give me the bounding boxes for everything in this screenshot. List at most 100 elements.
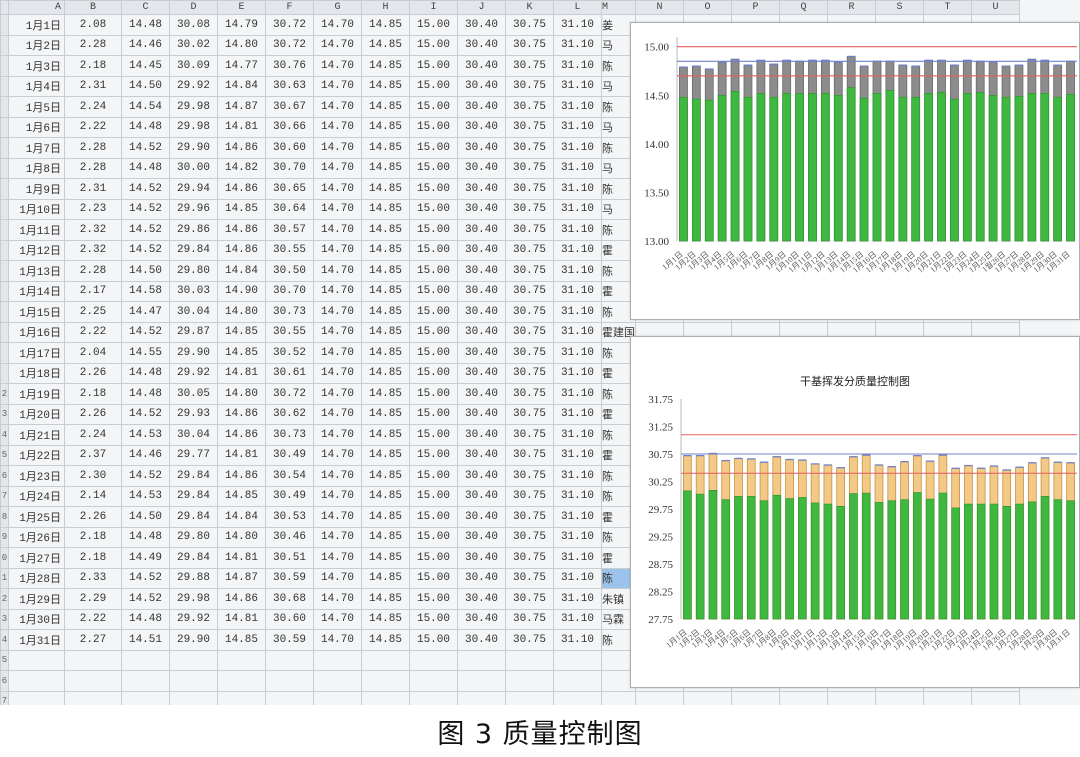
cell-k-4[interactable]: 30.75 (505, 75, 554, 97)
cell-h-13[interactable]: 14.85 (361, 260, 410, 282)
cell-empty[interactable] (601, 690, 636, 705)
cell-i-14[interactable]: 15.00 (409, 280, 458, 302)
cell-i-3[interactable]: 15.00 (409, 55, 458, 77)
cell-c-15[interactable]: 14.47 (121, 301, 170, 323)
cell-d-20[interactable]: 29.93 (169, 403, 218, 425)
cell-d-7[interactable]: 29.90 (169, 137, 218, 159)
row-header[interactable] (0, 178, 9, 200)
cell-h-12[interactable]: 14.85 (361, 239, 410, 261)
cell-j-18[interactable]: 30.40 (457, 362, 506, 384)
cell-f-5[interactable]: 30.67 (265, 96, 314, 118)
row-header[interactable]: 1 (0, 567, 9, 589)
column-header-o[interactable]: O (683, 0, 732, 15)
cell-c-10[interactable]: 14.52 (121, 198, 170, 220)
cell-e-3[interactable]: 14.77 (217, 55, 266, 77)
cell-b-29[interactable]: 2.29 (64, 588, 122, 610)
row-header[interactable] (0, 198, 9, 220)
cell-b-27[interactable]: 2.18 (64, 547, 122, 569)
row-header[interactable]: 7 (0, 690, 9, 705)
cell-k-8[interactable]: 30.75 (505, 157, 554, 179)
cell-g-23[interactable]: 14.70 (313, 465, 362, 487)
cell-c-9[interactable]: 14.52 (121, 178, 170, 200)
cell-k-23[interactable]: 30.75 (505, 465, 554, 487)
cell-b-13[interactable]: 2.28 (64, 260, 122, 282)
cell-c-5[interactable]: 14.54 (121, 96, 170, 118)
cell-l-11[interactable]: 31.10 (553, 219, 602, 241)
cell-empty[interactable] (8, 690, 65, 705)
row-header[interactable]: 6 (0, 670, 9, 692)
cell-b-15[interactable]: 2.25 (64, 301, 122, 323)
row-header[interactable]: 3 (0, 403, 9, 425)
cell-h-3[interactable]: 14.85 (361, 55, 410, 77)
cell-c-11[interactable]: 14.52 (121, 219, 170, 241)
cell-i-8[interactable]: 15.00 (409, 157, 458, 179)
cell-g-14[interactable]: 14.70 (313, 280, 362, 302)
row-header[interactable] (0, 321, 9, 343)
cell-i-5[interactable]: 15.00 (409, 96, 458, 118)
cell-j-24[interactable]: 30.40 (457, 485, 506, 507)
cell-h-30[interactable]: 14.85 (361, 608, 410, 630)
column-header-n[interactable]: N (635, 0, 684, 15)
row-header[interactable]: 4 (0, 424, 9, 446)
cell-l-18[interactable]: 31.10 (553, 362, 602, 384)
cell-g-17[interactable]: 14.70 (313, 342, 362, 364)
row-header[interactable] (0, 219, 9, 241)
cell-a-25[interactable]: 1月25日 (8, 506, 65, 528)
cell-a-9[interactable]: 1月9日 (8, 178, 65, 200)
cell-e-14[interactable]: 14.90 (217, 280, 266, 302)
cell-h-4[interactable]: 14.85 (361, 75, 410, 97)
cell-k-27[interactable]: 30.75 (505, 547, 554, 569)
cell-empty[interactable] (731, 690, 780, 705)
cell-i-16[interactable]: 15.00 (409, 321, 458, 343)
cell-h-10[interactable]: 14.85 (361, 198, 410, 220)
cell-f-22[interactable]: 30.49 (265, 444, 314, 466)
cell-empty[interactable] (635, 690, 684, 705)
cell-empty[interactable] (169, 690, 218, 705)
cell-d-19[interactable]: 30.05 (169, 383, 218, 405)
cell-i-22[interactable]: 15.00 (409, 444, 458, 466)
cell-j-20[interactable]: 30.40 (457, 403, 506, 425)
row-header[interactable]: 0 (0, 547, 9, 569)
cell-e-12[interactable]: 14.86 (217, 239, 266, 261)
cell-b-3[interactable]: 2.18 (64, 55, 122, 77)
cell-a-22[interactable]: 1月22日 (8, 444, 65, 466)
row-header[interactable] (0, 137, 9, 159)
cell-c-20[interactable]: 14.52 (121, 403, 170, 425)
cell-c-21[interactable]: 14.53 (121, 424, 170, 446)
row-header[interactable]: 5 (0, 649, 9, 671)
cell-k-20[interactable]: 30.75 (505, 403, 554, 425)
cell-k-13[interactable]: 30.75 (505, 260, 554, 282)
cell-a-2[interactable]: 1月2日 (8, 34, 65, 56)
cell-e-7[interactable]: 14.86 (217, 137, 266, 159)
cell-i-23[interactable]: 15.00 (409, 465, 458, 487)
row-header[interactable] (0, 116, 9, 138)
column-header-g[interactable]: G (313, 0, 362, 15)
row-header[interactable] (0, 55, 9, 77)
column-header-e[interactable]: E (217, 0, 266, 15)
cell-d-29[interactable]: 29.98 (169, 588, 218, 610)
cell-b-9[interactable]: 2.31 (64, 178, 122, 200)
cell-j-13[interactable]: 30.40 (457, 260, 506, 282)
row-header[interactable] (0, 239, 9, 261)
cell-h-21[interactable]: 14.85 (361, 424, 410, 446)
cell-j-22[interactable]: 30.40 (457, 444, 506, 466)
cell-i-27[interactable]: 15.00 (409, 547, 458, 569)
cell-a-1[interactable]: 1月1日 (8, 14, 65, 36)
cell-f-28[interactable]: 30.59 (265, 567, 314, 589)
cell-k-19[interactable]: 30.75 (505, 383, 554, 405)
cell-e-23[interactable]: 14.86 (217, 465, 266, 487)
cell-k-9[interactable]: 30.75 (505, 178, 554, 200)
cell-b-20[interactable]: 2.26 (64, 403, 122, 425)
cell-k-15[interactable]: 30.75 (505, 301, 554, 323)
cell-h-6[interactable]: 14.85 (361, 116, 410, 138)
cell-e-27[interactable]: 14.81 (217, 547, 266, 569)
row-header[interactable]: 6 (0, 465, 9, 487)
cell-j-5[interactable]: 30.40 (457, 96, 506, 118)
cell-b-4[interactable]: 2.31 (64, 75, 122, 97)
cell-g-10[interactable]: 14.70 (313, 198, 362, 220)
cell-c-19[interactable]: 14.48 (121, 383, 170, 405)
cell-f-2[interactable]: 30.72 (265, 34, 314, 56)
cell-a-18[interactable]: 1月18日 (8, 362, 65, 384)
column-header-t[interactable]: T (923, 0, 972, 15)
cell-e-25[interactable]: 14.84 (217, 506, 266, 528)
